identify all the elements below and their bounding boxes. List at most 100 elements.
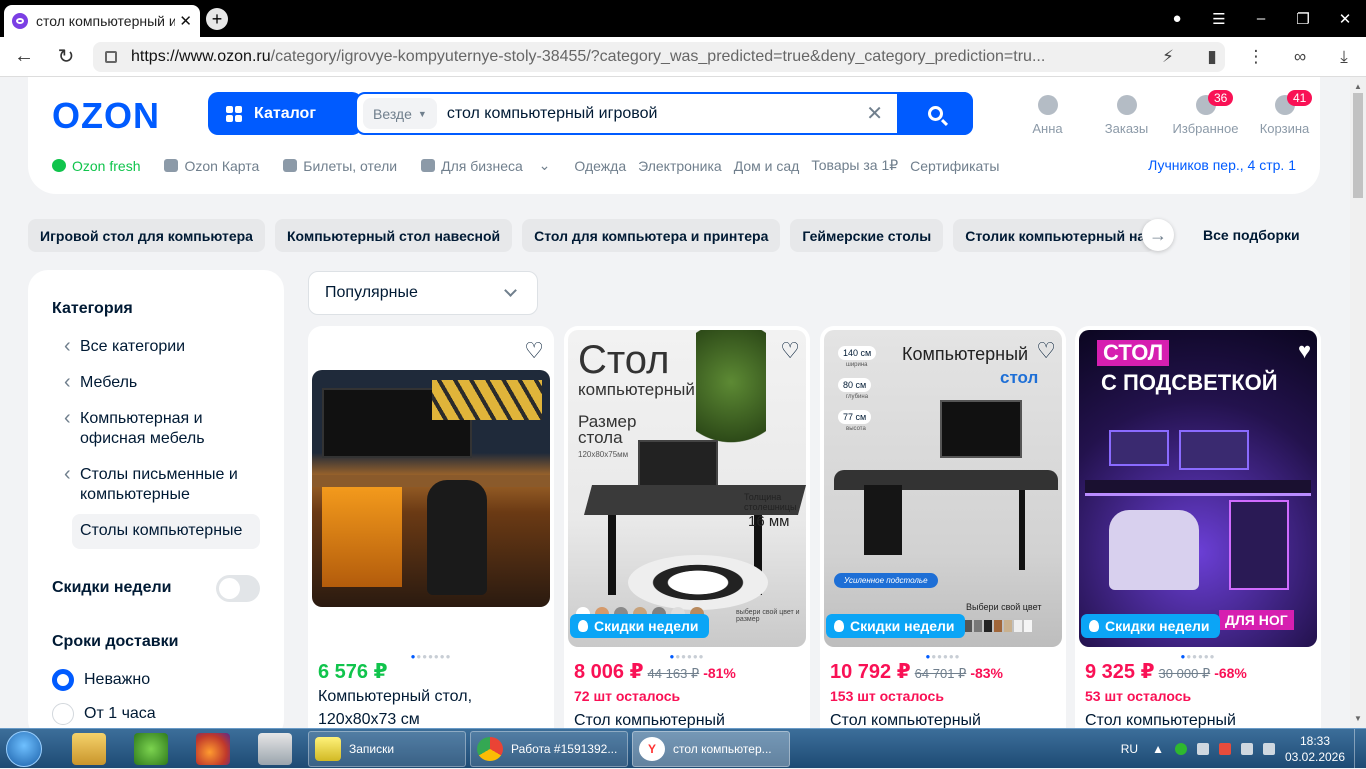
- scroll-up-icon[interactable]: ▲: [1354, 82, 1362, 91]
- discount-percent: -81%: [703, 665, 736, 681]
- search-scope-value: Везде: [373, 105, 412, 122]
- search-button[interactable]: [897, 92, 973, 135]
- cart-link[interactable]: 41 Корзина: [1245, 90, 1324, 136]
- chips-next-arrow-icon[interactable]: →: [1142, 219, 1174, 251]
- promo-badge: Скидки недели: [826, 614, 965, 638]
- discounts-toggle[interactable]: [216, 575, 260, 602]
- tray-antivirus-icon[interactable]: [1219, 743, 1231, 755]
- back-arrow-icon[interactable]: ←: [6, 45, 42, 68]
- subnav-tickets[interactable]: Билеты, отели: [283, 158, 409, 174]
- taskbar-task-notes[interactable]: Записки: [308, 731, 466, 767]
- minimize-button[interactable]: –: [1240, 10, 1282, 27]
- clear-search-icon[interactable]: ✕: [866, 101, 883, 126]
- system-tray: RU ▲ 18:33 03.02.2026: [1121, 729, 1366, 769]
- product-card[interactable]: ♡ ●●●●●●● 6 576 ₽ Компьютерный стол, 120…: [308, 326, 554, 728]
- bookmark-icon[interactable]: ▮: [1190, 47, 1234, 67]
- product-name-line2[interactable]: 120х80х73 см: [318, 709, 538, 728]
- app-icon[interactable]: [134, 733, 168, 765]
- subnav-clothes[interactable]: Одежда: [574, 158, 626, 174]
- close-tab-icon[interactable]: ✕: [179, 12, 192, 30]
- chip[interactable]: Компьютерный стол навесной: [274, 219, 513, 252]
- category-item[interactable]: Компьютерная и офисная мебель: [64, 408, 254, 449]
- image-text: стол: [1000, 368, 1039, 387]
- chevron-down-icon: [504, 284, 517, 297]
- show-desktop-button[interactable]: [1354, 729, 1366, 769]
- product-name[interactable]: Компьютерный стол,: [318, 686, 538, 707]
- favorite-heart-icon[interactable]: ♡: [1036, 338, 1056, 364]
- product-name[interactable]: Стол компьютерный: [1085, 710, 1305, 728]
- delivery-radio-1h[interactable]: [52, 703, 74, 725]
- clock[interactable]: 18:33 03.02.2026: [1280, 733, 1350, 765]
- favorite-heart-icon[interactable]: ♡: [524, 338, 544, 364]
- network-icon[interactable]: [1263, 743, 1275, 755]
- price-current: 8 006 ₽: [574, 661, 644, 683]
- scroll-down-icon[interactable]: ▼: [1354, 714, 1362, 723]
- product-card[interactable]: Компьютерный стол 140 см ширина 80 см гл…: [820, 326, 1066, 728]
- chip[interactable]: Геймерские столы: [790, 219, 944, 252]
- subnav-ozon-card[interactable]: Ozon Карта: [164, 158, 271, 174]
- category-item[interactable]: Все категории: [64, 336, 254, 357]
- task-label: Записки: [349, 742, 395, 756]
- image-text: Размер стола: [578, 413, 636, 446]
- menu-icon[interactable]: ☰: [1198, 10, 1240, 28]
- search-scope-select[interactable]: Везде ▼: [363, 98, 437, 129]
- product-image[interactable]: Стол компьютерный Размер стола 120х80х75м…: [568, 330, 806, 647]
- calculator-icon[interactable]: [258, 733, 292, 765]
- subnav-home[interactable]: Дом и сад: [734, 158, 800, 174]
- all-selections-link[interactable]: Все подборки: [1203, 227, 1300, 243]
- subnav-certificates[interactable]: Сертификаты: [910, 158, 999, 174]
- delivery-radio-any[interactable]: [52, 669, 74, 691]
- chip[interactable]: Игровой стол для компьютера: [28, 219, 265, 252]
- taskbar-task-yandex[interactable]: Y стол компьютер...: [632, 731, 790, 767]
- reload-icon[interactable]: ↻: [48, 44, 84, 69]
- new-tab-button[interactable]: +: [206, 7, 228, 30]
- subnav-one-ruble[interactable]: Товары за 1₽: [811, 157, 898, 174]
- subnav-business[interactable]: Для бизнеса ⌄: [421, 157, 562, 174]
- category-item[interactable]: Мебель: [64, 372, 254, 393]
- product-name[interactable]: Стол компьютерный: [574, 710, 794, 728]
- category-item[interactable]: Столы письменные и компьютерные: [64, 464, 254, 505]
- product-card[interactable]: Стол компьютерный Размер стола 120х80х75м…: [564, 326, 810, 728]
- orders-label: Заказы: [1104, 121, 1149, 136]
- catalog-button[interactable]: Каталог: [208, 92, 362, 135]
- url-field[interactable]: https://www.ozon.ru/category/igrovye-kom…: [93, 42, 1225, 72]
- restore-button[interactable]: ❐: [1282, 10, 1324, 28]
- profile-link[interactable]: Анна: [1008, 95, 1087, 136]
- scroll-thumb[interactable]: [1353, 93, 1363, 198]
- product-image[interactable]: СТОЛ С ПОДСВЕТКОЙ ДЛЯ НОГ: [1079, 330, 1317, 647]
- profile-icon[interactable]: ●: [1156, 10, 1198, 27]
- product-image[interactable]: [312, 370, 550, 607]
- tray-device-icon[interactable]: [1197, 743, 1209, 755]
- subnav-ozon-fresh[interactable]: Ozon fresh: [52, 158, 152, 174]
- favorite-heart-icon[interactable]: ♡: [780, 338, 800, 364]
- extensions-icon[interactable]: ∞: [1278, 47, 1322, 67]
- orders-link[interactable]: Заказы: [1087, 95, 1166, 136]
- more-icon[interactable]: ⋮: [1234, 47, 1278, 67]
- explorer-icon[interactable]: [72, 733, 106, 765]
- protect-icon[interactable]: ⚡: [1146, 47, 1190, 67]
- subnav-electronics[interactable]: Электроника: [638, 158, 722, 174]
- category-current[interactable]: Столы компьютерные: [72, 514, 260, 549]
- sort-select[interactable]: Популярные: [308, 271, 538, 315]
- favorites-link[interactable]: 36 Избранное: [1166, 90, 1245, 136]
- volume-icon[interactable]: [1241, 743, 1253, 755]
- tray-app-icon[interactable]: [1175, 743, 1187, 755]
- product-name[interactable]: Стол компьютерный: [830, 710, 1050, 728]
- ozon-logo[interactable]: OZON: [52, 95, 160, 137]
- close-window-button[interactable]: ✕: [1324, 10, 1366, 28]
- chip[interactable]: Стол для компьютера и принтера: [522, 219, 781, 252]
- download-icon[interactable]: ⤓: [1322, 47, 1366, 67]
- page-scrollbar[interactable]: ▲ ▼: [1350, 77, 1366, 728]
- taskbar-task-chrome[interactable]: Работа #1591392...: [470, 731, 628, 767]
- product-card[interactable]: СТОЛ С ПОДСВЕТКОЙ ДЛЯ НОГ ♥ Скидки недел…: [1075, 326, 1321, 728]
- favorite-heart-icon[interactable]: ♥: [1298, 338, 1311, 364]
- tray-expand-icon[interactable]: ▲: [1152, 742, 1164, 756]
- browser-tab-active[interactable]: стол компьютерный иг ✕: [4, 4, 200, 37]
- language-indicator[interactable]: RU: [1121, 742, 1138, 756]
- search-input[interactable]: стол компьютерный игровой: [447, 105, 866, 123]
- firefox-icon[interactable]: [196, 733, 230, 765]
- start-button[interactable]: [6, 731, 42, 767]
- product-image[interactable]: Компьютерный стол 140 см ширина 80 см гл…: [824, 330, 1062, 647]
- chip[interactable]: Столик компьютерный на колесиках: [953, 219, 1156, 252]
- delivery-address[interactable]: Лучников пер., 4 стр. 1: [1148, 157, 1296, 173]
